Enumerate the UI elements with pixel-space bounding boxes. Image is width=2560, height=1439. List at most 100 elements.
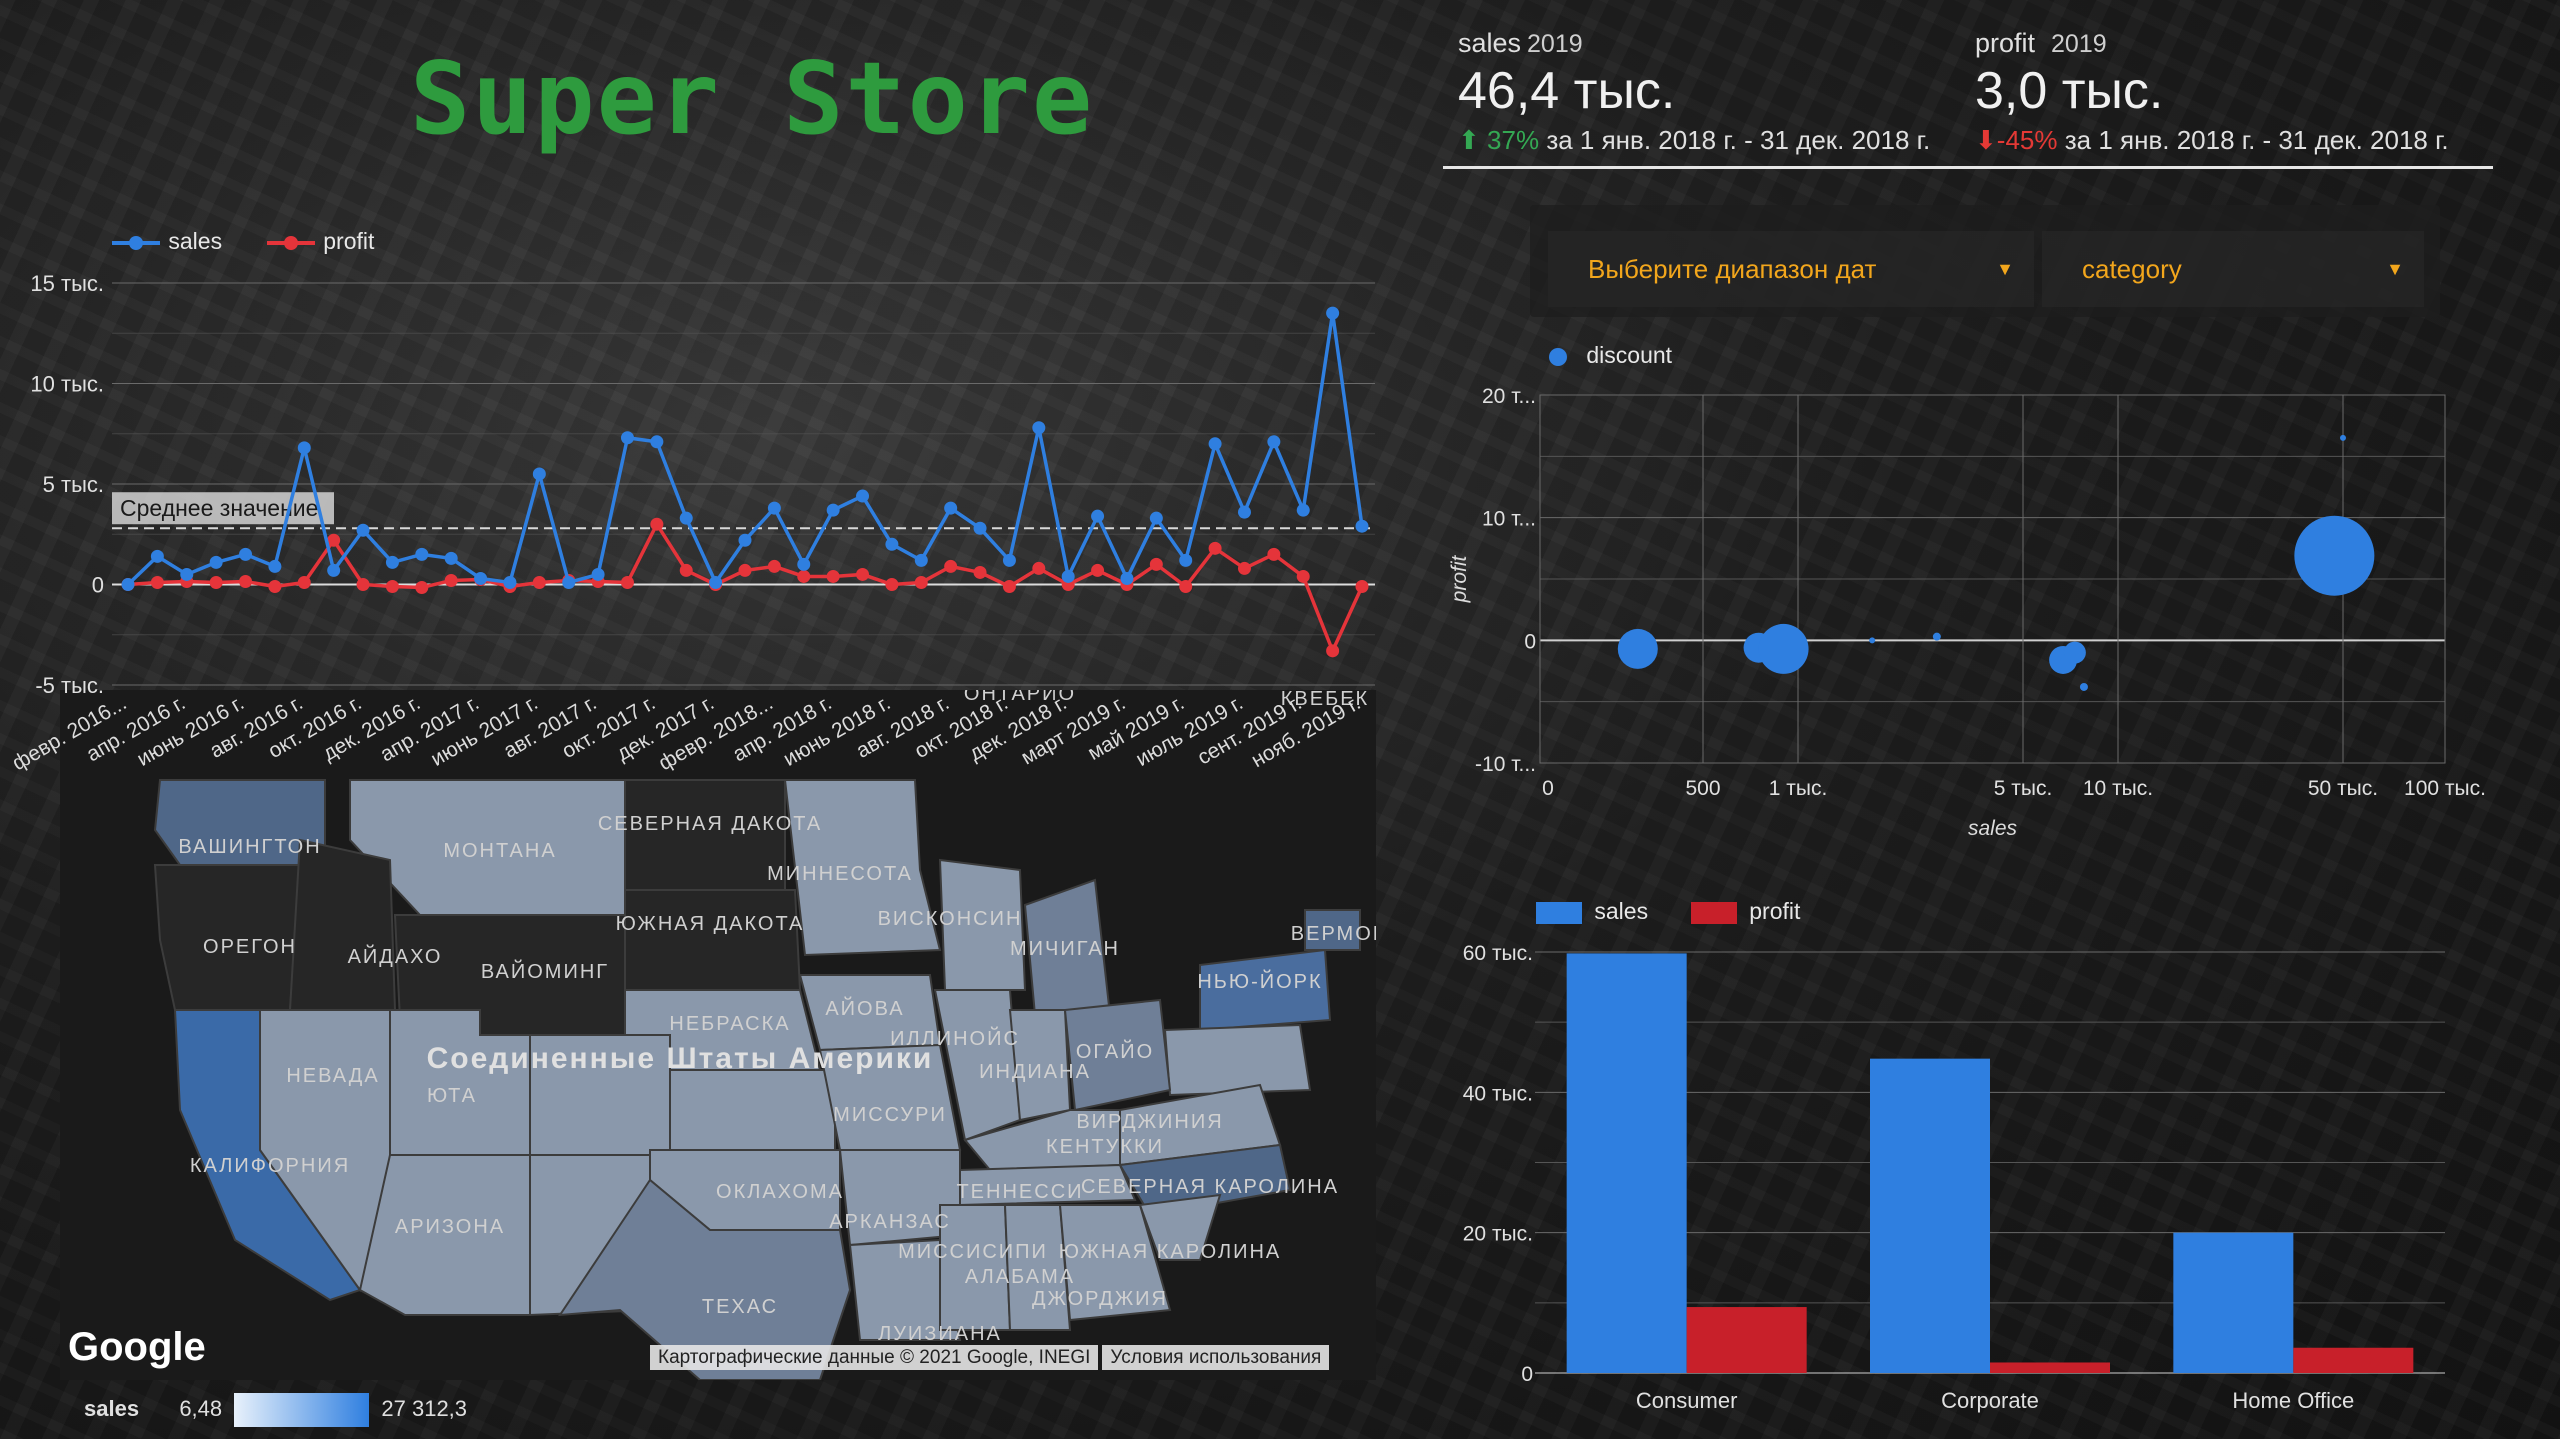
map-terms-link[interactable]: Условия использования [1102, 1345, 1330, 1370]
label-minnesota: МИННЕСОТА [767, 863, 913, 885]
sales-point [797, 557, 811, 571]
profit-point [1326, 644, 1340, 658]
sales-point [650, 435, 664, 449]
profit-point [826, 569, 840, 583]
y-tick-label: 40 тыс. [1463, 1082, 1533, 1105]
label-virginia: ВИРДЖИНИЯ [1076, 1111, 1223, 1133]
kpi-profit-value: 3,0 тыс. [1975, 62, 2164, 120]
profit-point [856, 567, 870, 581]
y-tick-label: -5 тыс. [35, 673, 104, 698]
label-country: Соединенные Штаты Америки [427, 1042, 934, 1075]
label-oklahoma: ОКЛАХОМА [716, 1181, 844, 1203]
line-chart-legend: sales profit [110, 228, 374, 255]
profit-point [1002, 580, 1016, 594]
sales-point [1355, 519, 1369, 533]
sales-point [944, 501, 958, 515]
y-tick-label: 0 [1521, 1363, 1533, 1386]
sales-point [826, 503, 840, 517]
profit-point [1032, 561, 1046, 575]
y-axis-title: profit [1448, 554, 1471, 603]
y-tick-label: 10 тыс. [30, 372, 104, 397]
x-tick-label: 100 тыс. [2404, 777, 2486, 800]
kpi-profit-change: -45% [1996, 125, 2058, 155]
x-tick-label: 500 [1685, 777, 1720, 800]
sales-point [180, 567, 194, 581]
x-tick-label: 0 [1542, 777, 1554, 800]
sales-point [1208, 437, 1222, 451]
label-nevada: НЕВАДА [286, 1065, 379, 1087]
scatter-point [2079, 682, 2088, 691]
profit-point [150, 575, 164, 589]
profit-point [914, 575, 928, 589]
kpi-sales-year: 2019 [1527, 30, 1583, 58]
sales-point [327, 563, 341, 577]
sales-point [709, 575, 723, 589]
heat-legend-min: 6,48 [179, 1395, 223, 1421]
label-montana: МОНТАНА [443, 840, 556, 862]
scatter-point [1758, 623, 1809, 674]
google-logo: Google [68, 1325, 206, 1369]
kpi-profit-year: 2019 [2051, 30, 2107, 58]
state-idaho [288, 838, 397, 1011]
label-california: КАЛИФОРНИЯ [190, 1155, 350, 1177]
scatter-point [2340, 434, 2346, 441]
x-category-label: Home Office [2232, 1388, 2354, 1413]
bar-chart[interactable]: 60 тыс. 40 тыс. 20 тыс. 0 Consumer Corporate H… [1430, 930, 2540, 1420]
scatter-point [2063, 641, 2086, 664]
sales-point [1149, 511, 1163, 525]
sales-point [1032, 421, 1046, 435]
y-tick-label: 0 [92, 573, 104, 598]
sales-point [1002, 553, 1016, 567]
label-nebraska: НЕБРАСКА [669, 1013, 790, 1035]
profit-point [679, 563, 693, 577]
scatter-chart[interactable]: 20 т... 10 т... 0 -10 т... 0 500 1 тыс. 5 тыс. 1… [1430, 370, 2540, 860]
label-missouri: МИССУРИ [833, 1104, 947, 1126]
heat-legend-gradient [234, 1393, 370, 1427]
line-chart[interactable]: 15 тыс.10 тыс.5 тыс.0-5 тыс.Среднее знач… [0, 255, 1400, 815]
kpi-sales: sales 2019 46,4 тыс. ⬆ 37% за 1 янв. 2018… [1458, 28, 1930, 156]
kpi-sales-change: 37% [1487, 125, 1540, 155]
date-range-label: Выберите диапазон дат [1588, 254, 1877, 284]
profit-point [444, 573, 458, 587]
label-alabama: АЛАБАМА [965, 1266, 1075, 1288]
chevron-down-icon: ▼ [2386, 259, 2404, 279]
sales-point [239, 547, 253, 561]
profit-point [1208, 541, 1222, 555]
bar-legend-sales: sales [1594, 898, 1649, 924]
scatter-point [1617, 628, 1658, 669]
label-utah: ЮТА [427, 1085, 477, 1107]
x-category-label: Consumer [1636, 1388, 1737, 1413]
y-tick-label: 20 т... [1482, 385, 1536, 408]
bar-profit-swatch [1690, 901, 1737, 924]
category-label: category [2082, 254, 2182, 284]
y-tick-label: 20 тыс. [1463, 1223, 1533, 1246]
label-north-carolina: СЕВЕРНАЯ КАРОЛИНА [1081, 1176, 1339, 1198]
heat-legend-max: 27 312,3 [381, 1395, 468, 1421]
profit-point [1296, 569, 1310, 583]
kpi-sales-period: за 1 янв. 2018 г. - 31 дек. 2018 г. [1546, 125, 1931, 155]
state-pennsylvania [1163, 1023, 1312, 1097]
profit-legend-swatch [266, 235, 315, 250]
kpi-profit-period: за 1 янв. 2018 г. - 31 дек. 2018 г. [2064, 125, 2449, 155]
bar-sales-swatch [1536, 901, 1582, 924]
sales-point [1326, 306, 1340, 320]
sales-point [767, 501, 781, 515]
label-south-carolina: ЮЖНАЯ КАРОЛИНА [1059, 1241, 1282, 1263]
sales-point [914, 553, 928, 567]
kpi-divider [1443, 166, 2493, 169]
label-new-york: НЬЮ-ЙОРК [1197, 969, 1322, 993]
sales-point [620, 431, 634, 445]
profit-point [356, 578, 370, 591]
category-dropdown[interactable]: category ▼ [2042, 231, 2424, 307]
kpi-sales-label: sales [1458, 28, 1522, 58]
y-tick-label: 10 т... [1482, 508, 1536, 531]
arrow-up-icon: ⬆ [1458, 125, 1480, 155]
label-texas: ТЕХАС [702, 1296, 778, 1318]
profit-point [767, 559, 781, 573]
label-oregon: ОРЕГОН [203, 936, 297, 958]
sales-legend-swatch [112, 235, 160, 250]
x-tick-label: 5 тыс. [1994, 777, 2053, 800]
profit-point [297, 575, 311, 589]
profit-point [1355, 580, 1369, 594]
date-range-dropdown[interactable]: Выберите диапазон дат ▼ [1548, 231, 2034, 307]
